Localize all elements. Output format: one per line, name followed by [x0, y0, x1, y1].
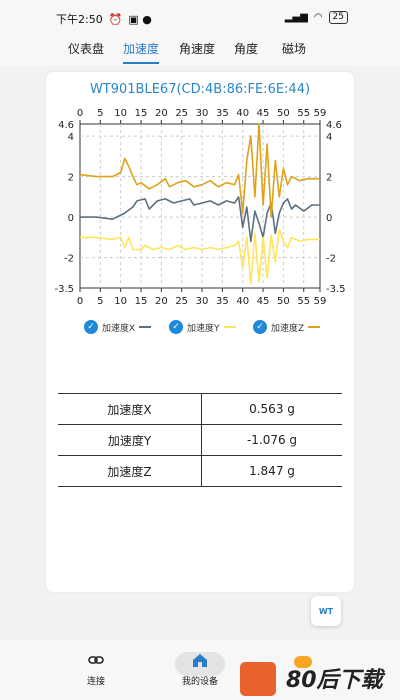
- y-tick-label-left: 4.6: [58, 120, 74, 131]
- chart-title: WT901BLE67(CD:4B:86:FE:6E:44): [89, 82, 311, 97]
- status-right: ▂▄▆ ◠ 25: [285, 11, 348, 24]
- values-table: 加速度X 0.563 g 加速度Y -1.076 g 加速度Z 1.847 g: [58, 393, 342, 487]
- watermark-box-icon: [240, 662, 276, 696]
- x-tick-label-bottom: 40: [236, 296, 249, 307]
- active-tab-indicator: [123, 62, 159, 64]
- table-value: 1.847 g: [201, 455, 342, 487]
- y-tick-label-left: 0: [68, 213, 74, 224]
- tab-acceleration[interactable]: 加速度: [123, 40, 159, 57]
- tab-dashboard[interactable]: 仪表盘: [68, 40, 104, 57]
- series-line-1: [80, 228, 320, 285]
- x-tick-label-top: 20: [155, 108, 168, 119]
- y-tick-label-right: -2: [326, 254, 336, 265]
- tab-angle[interactable]: 角度: [234, 40, 258, 57]
- home-icon: [190, 650, 210, 670]
- x-tick-label-bottom: 45: [257, 296, 270, 307]
- y-tick-label-right: -3.5: [326, 284, 346, 295]
- x-tick-label-top: 59: [314, 108, 327, 119]
- link-icon: [86, 650, 106, 670]
- x-tick-label-bottom: 0: [77, 296, 83, 307]
- table-label: 加速度Y: [58, 424, 202, 456]
- status-bar: 下午2:50 ⏰ ▣ ● ▂▄▆ ◠ 25: [0, 0, 400, 36]
- x-tick-label-top: 10: [114, 108, 127, 119]
- x-tick-label-bottom: 25: [175, 296, 188, 307]
- x-tick-label-bottom: 30: [196, 296, 209, 307]
- legend-label-y: 加速度Y: [187, 323, 220, 334]
- legend-label-x: 加速度X: [102, 323, 136, 334]
- legend-line-y: [223, 326, 236, 328]
- legend-item-z[interactable]: ✓ 加速度Z: [253, 320, 321, 334]
- y-tick-label-right: 4: [326, 132, 332, 143]
- legend-item-y[interactable]: ✓ 加速度Y: [169, 320, 236, 334]
- series-line-0: [80, 196, 320, 243]
- x-tick-label-top: 35: [216, 108, 229, 119]
- alarm-icon: ⏰: [108, 12, 123, 26]
- x-tick-label-bottom: 59: [314, 296, 327, 307]
- y-tick-label-left: 2: [68, 173, 74, 184]
- nav-connect-label: 连接: [86, 677, 105, 687]
- watermark-text: 80后下载: [286, 668, 383, 693]
- watermark-logo: 80后下载: [240, 656, 400, 700]
- x-tick-label-bottom: 20: [155, 296, 168, 307]
- witmotion-logo-icon: WT: [318, 606, 334, 616]
- legend-label-z: 加速度Z: [271, 323, 305, 334]
- y-tick-label-right: 0: [326, 213, 332, 224]
- x-tick-label-top: 30: [196, 108, 209, 119]
- wifi-icon: ◠: [313, 12, 323, 23]
- signal-icon: ▂▄▆: [284, 12, 308, 23]
- y-tick-label-right: 2: [326, 173, 332, 184]
- nav-connect[interactable]: 连接: [66, 650, 126, 687]
- x-tick-label-top: 50: [277, 108, 290, 119]
- x-tick-label-bottom: 15: [135, 296, 148, 307]
- x-tick-label-bottom: 50: [277, 296, 290, 307]
- notification-icon: ▣ ●: [128, 12, 152, 26]
- acceleration-chart: 0055101015152020252530303535404045455050…: [54, 108, 346, 307]
- checkbox-icon: ✓: [84, 320, 98, 334]
- nav-my-devices[interactable]: 我的设备: [170, 650, 230, 687]
- x-tick-label-bottom: 35: [216, 296, 229, 307]
- plot-frame: [79, 123, 321, 289]
- x-tick-label-top: 0: [77, 108, 83, 119]
- x-tick-label-bottom: 55: [297, 296, 310, 307]
- battery-icon: 25: [328, 11, 348, 24]
- table-label: 加速度X: [58, 393, 202, 425]
- x-tick-label-top: 25: [175, 108, 188, 119]
- table-label: 加速度Z: [58, 455, 202, 487]
- x-tick-label-top: 15: [135, 108, 148, 119]
- chart-legend: ✓ 加速度X ✓ 加速度Y ✓ 加速度Z: [40, 320, 340, 338]
- table-row: 加速度Y -1.076 g: [58, 424, 342, 456]
- y-tick-label-left: -2: [64, 254, 74, 265]
- tab-magnetic-field[interactable]: 磁场: [282, 40, 306, 57]
- tab-angular-velocity[interactable]: 角速度: [179, 40, 215, 57]
- legend-line-z: [308, 326, 321, 328]
- x-tick-label-bottom: 5: [97, 296, 103, 307]
- y-tick-label-left: 4: [68, 132, 74, 143]
- table-row: 加速度Z 1.847 g: [58, 455, 342, 487]
- table-value: -1.076 g: [201, 424, 342, 456]
- x-tick-label-top: 45: [257, 108, 270, 119]
- legend-item-x[interactable]: ✓ 加速度X: [84, 320, 152, 334]
- checkbox-icon: ✓: [253, 320, 267, 334]
- x-tick-label-top: 40: [236, 108, 249, 119]
- status-left: 下午2:50 ⏰ ▣ ●: [56, 11, 152, 27]
- y-tick-label-left: -3.5: [54, 284, 74, 295]
- table-value: 0.563 g: [201, 393, 342, 425]
- x-tick-label-top: 55: [297, 108, 310, 119]
- x-tick-label-bottom: 10: [114, 296, 127, 307]
- y-tick-label-right: 4.6: [326, 120, 342, 131]
- tab-bar: 仪表盘 加速度 角速度 角度 磁场: [0, 36, 400, 66]
- legend-line-x: [139, 326, 152, 328]
- checkbox-icon: ✓: [169, 320, 183, 334]
- status-time: 下午2:50: [56, 13, 103, 26]
- nav-my-devices-label: 我的设备: [181, 677, 218, 687]
- logo-fab-button[interactable]: WT: [311, 596, 341, 626]
- x-tick-label-top: 5: [97, 108, 103, 119]
- table-row: 加速度X 0.563 g: [58, 393, 342, 425]
